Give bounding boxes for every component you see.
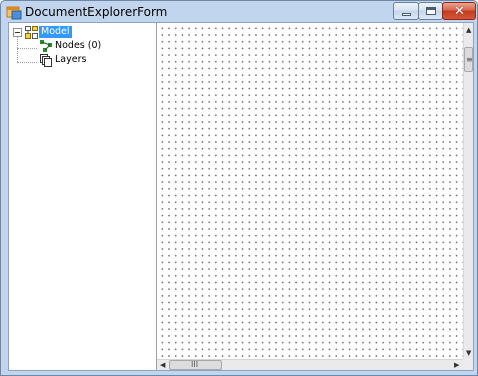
tree-node-nodes[interactable]: Nodes (0) bbox=[53, 40, 103, 52]
vertical-thumb-grip: ≡ bbox=[466, 55, 473, 64]
title-bar[interactable]: DocumentExplorerForm ✕ bbox=[1, 1, 477, 22]
vertical-scroll-thumb[interactable]: ≡ bbox=[464, 47, 473, 72]
close-icon: ✕ bbox=[454, 4, 465, 19]
client-area: Model Nodes (0) Layers ▲ ≡ ▼ ◀ III ▶ bbox=[8, 22, 474, 371]
tree-node-model[interactable]: Model bbox=[39, 26, 72, 38]
scrollbar-corner bbox=[463, 359, 473, 370]
tree-connector bbox=[17, 48, 37, 49]
tree-expander[interactable] bbox=[13, 28, 22, 37]
horizontal-thumb-grip: III bbox=[191, 360, 199, 369]
tree-node-layers[interactable]: Layers bbox=[53, 54, 88, 66]
scroll-right-arrow-icon[interactable]: ▶ bbox=[454, 361, 459, 369]
collapse-icon bbox=[15, 32, 20, 33]
document-explorer-window: DocumentExplorerForm ✕ Model Nodes (0) L… bbox=[0, 0, 478, 376]
minimize-button[interactable] bbox=[393, 2, 419, 20]
scroll-up-arrow-icon[interactable]: ▲ bbox=[466, 26, 471, 34]
document-tree[interactable]: Model Nodes (0) Layers bbox=[9, 23, 157, 370]
horizontal-scrollbar[interactable]: ◀ III ▶ bbox=[157, 359, 463, 370]
tree-connector bbox=[17, 62, 37, 63]
vertical-scrollbar[interactable]: ▲ ≡ ▼ bbox=[463, 23, 473, 359]
scroll-down-arrow-icon[interactable]: ▼ bbox=[466, 349, 471, 357]
diagram-canvas[interactable] bbox=[157, 23, 463, 359]
nodes-icon bbox=[40, 40, 52, 52]
window-title: DocumentExplorerForm bbox=[25, 5, 168, 19]
horizontal-scroll-thumb[interactable]: III bbox=[169, 360, 222, 370]
maximize-button[interactable] bbox=[418, 2, 443, 20]
maximize-icon bbox=[426, 7, 436, 15]
layers-icon bbox=[40, 54, 52, 67]
model-icon bbox=[25, 26, 38, 39]
scroll-left-arrow-icon[interactable]: ◀ bbox=[160, 361, 165, 369]
tree-connector bbox=[17, 37, 18, 62]
app-form-icon bbox=[6, 6, 22, 20]
close-button[interactable]: ✕ bbox=[442, 2, 476, 20]
minimize-icon bbox=[402, 13, 411, 16]
